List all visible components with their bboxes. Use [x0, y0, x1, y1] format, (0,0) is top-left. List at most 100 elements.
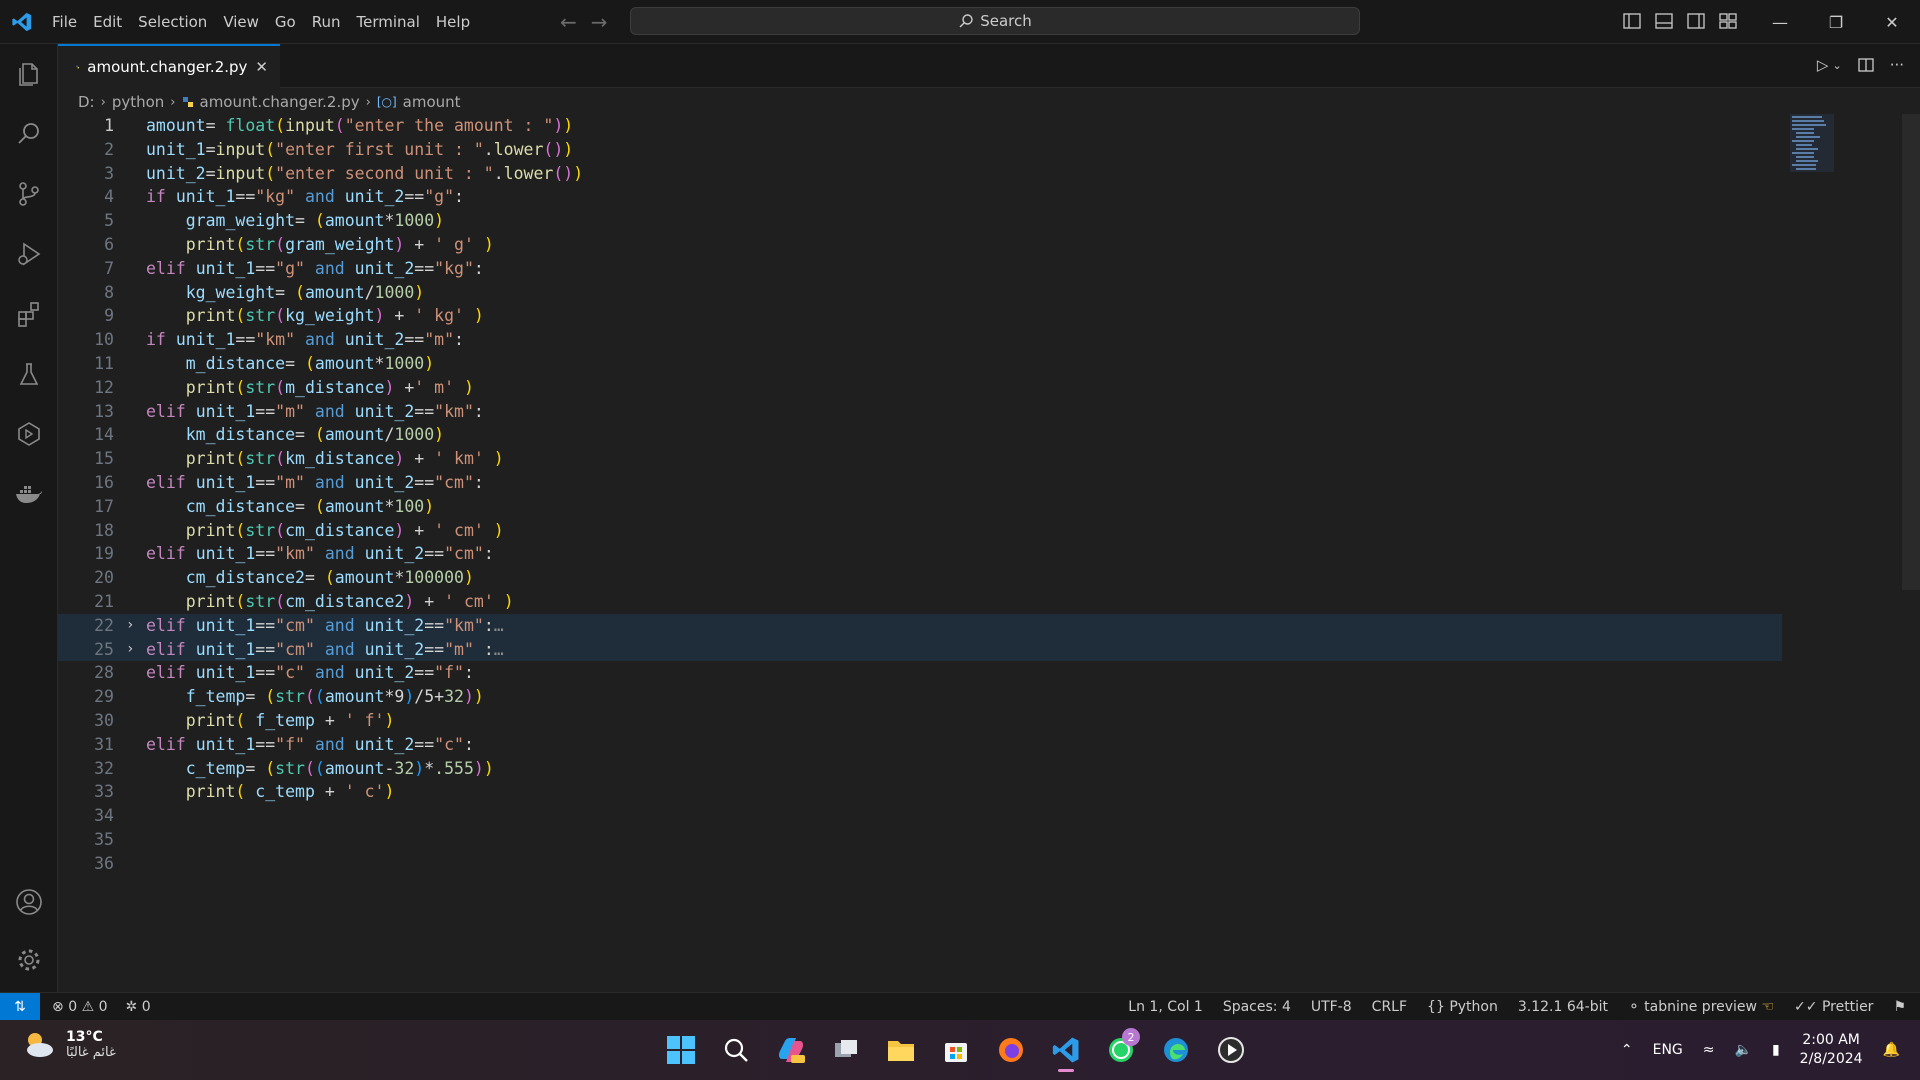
menu-go[interactable]: Go — [267, 0, 304, 44]
restore-icon[interactable]: ❐ — [1808, 0, 1864, 44]
code-line[interactable]: 1 amount= float(input("enter the amount :… — [58, 114, 1782, 138]
extensions-icon[interactable] — [13, 298, 45, 330]
breadcrumb-file[interactable]: amount.changer.2.py — [200, 93, 360, 111]
minimap[interactable] — [1790, 114, 1834, 172]
wifi-icon[interactable]: ≈ — [1703, 1042, 1715, 1058]
show-hidden-icons-chevron-icon[interactable]: ⌃ — [1621, 1042, 1633, 1058]
folded-code-line[interactable]: 22 › elif unit_1=="cm" and unit_2=="km":… — [58, 613, 1782, 638]
search-sidebar-icon[interactable] — [13, 118, 45, 150]
code-line[interactable]: 3 unit_2=input("enter second unit : ".low… — [58, 162, 1782, 186]
code-line[interactable]: 31 elif unit_1=="f" and unit_2=="c": — [58, 733, 1782, 757]
media-player-icon[interactable] — [1210, 1028, 1252, 1072]
forward-arrow-icon[interactable]: → — [591, 10, 608, 34]
editor-scrollbar[interactable] — [1902, 114, 1920, 590]
microsoft-store-icon[interactable] — [935, 1028, 977, 1072]
code-line[interactable]: 21 print(str(cm_distance2) + ' cm' ) — [58, 590, 1782, 614]
code-line[interactable]: 30 print( f_temp + ' f') — [58, 709, 1782, 733]
run-dropdown-chevron-icon[interactable]: ⌄ — [1832, 59, 1841, 72]
notifications-bell-icon[interactable]: ⚑ — [1893, 999, 1906, 1015]
close-tab-icon[interactable]: ✕ — [255, 58, 268, 76]
menu-file[interactable]: File — [44, 0, 85, 44]
notification-bell-icon[interactable]: 🔔 — [1883, 1042, 1900, 1058]
remote-indicator-icon[interactable]: ⇅ — [0, 993, 40, 1020]
breadcrumb-drive[interactable]: D: — [78, 93, 95, 111]
docker-icon[interactable] — [13, 478, 45, 510]
code-line[interactable]: 16 elif unit_1=="m" and unit_2=="cm": — [58, 471, 1782, 495]
more-actions-icon[interactable]: ··· — [1890, 56, 1904, 74]
manage-gear-icon[interactable] — [13, 944, 45, 976]
tabnine-status[interactable]: ⚬ tabnine preview ☜ — [1628, 999, 1774, 1015]
python-interpreter[interactable]: 3.12.1 64-bit — [1518, 999, 1608, 1015]
volume-icon[interactable]: 🔈 — [1735, 1042, 1752, 1058]
back-arrow-icon[interactable]: ← — [560, 10, 577, 34]
menu-help[interactable]: Help — [428, 0, 478, 44]
prettier-status[interactable]: ✓✓ Prettier — [1794, 999, 1873, 1015]
code-line[interactable]: 28 elif unit_1=="c" and unit_2=="f": — [58, 661, 1782, 685]
toggle-panel-icon[interactable] — [1654, 11, 1674, 31]
menu-terminal[interactable]: Terminal — [349, 0, 428, 44]
battery-icon[interactable]: ▮ — [1772, 1042, 1780, 1058]
split-editor-icon[interactable] — [1858, 57, 1874, 73]
minimize-icon[interactable]: — — [1752, 0, 1808, 44]
code-line[interactable]: 18 print(str(cm_distance) + ' cm' ) — [58, 519, 1782, 543]
copilot-icon[interactable] — [770, 1028, 812, 1072]
file-explorer-icon[interactable] — [880, 1028, 922, 1072]
fold-chevron-icon[interactable]: › — [126, 614, 134, 638]
code-line[interactable]: 36 — [58, 852, 1782, 876]
clock[interactable]: 2:00 AM 2/8/2024 — [1800, 1031, 1863, 1069]
fold-chevron-icon[interactable]: › — [126, 638, 134, 662]
code-line[interactable]: 32 c_temp= (str((amount-32)*.555)) — [58, 757, 1782, 781]
code-line[interactable]: 15 print(str(km_distance) + ' km' ) — [58, 447, 1782, 471]
code-line[interactable]: 33 print( c_temp + ' c') — [58, 780, 1782, 804]
windows-start-icon[interactable] — [660, 1028, 702, 1072]
tab-amount-changer[interactable]: amount.changer.2.py ✕ — [58, 44, 280, 88]
problems-status[interactable]: ⊗ 0 ⚠ 0 — [52, 999, 108, 1015]
source-control-icon[interactable] — [13, 178, 45, 210]
code-line[interactable]: 8 kg_weight= (amount/1000) — [58, 281, 1782, 305]
code-line[interactable]: 35 — [58, 828, 1782, 852]
cursor-position[interactable]: Ln 1, Col 1 — [1128, 999, 1203, 1015]
code-line[interactable]: 20 cm_distance2= (amount*100000) — [58, 566, 1782, 590]
code-line[interactable]: 19 elif unit_1=="km" and unit_2=="cm": — [58, 542, 1782, 566]
breadcrumb-folder[interactable]: python — [112, 93, 164, 111]
menu-run[interactable]: Run — [304, 0, 349, 44]
breadcrumb-symbol[interactable]: amount — [403, 93, 461, 111]
remote-explorer-icon[interactable] — [13, 418, 45, 450]
explorer-icon[interactable] — [13, 58, 45, 90]
code-line[interactable]: 2 unit_1=input("enter first unit : ".lowe… — [58, 138, 1782, 162]
ports-status[interactable]: ✲ 0 — [126, 999, 151, 1015]
code-line[interactable]: 13 elif unit_1=="m" and unit_2=="km": — [58, 400, 1782, 424]
whatsapp-icon[interactable]: 2 — [1100, 1028, 1142, 1072]
code-line[interactable]: 10 if unit_1=="km" and unit_2=="m": — [58, 328, 1782, 352]
testing-flask-icon[interactable] — [13, 358, 45, 390]
command-center-search[interactable]: Search — [630, 7, 1360, 35]
vscode-taskbar-icon[interactable] — [1045, 1028, 1087, 1072]
code-line[interactable]: 11 m_distance= (amount*1000) — [58, 352, 1782, 376]
menu-selection[interactable]: Selection — [130, 0, 215, 44]
code-line[interactable]: 29 f_temp= (str((amount*9)/5+32)) — [58, 685, 1782, 709]
menu-edit[interactable]: Edit — [85, 0, 130, 44]
code-line[interactable]: 6 print(str(gram_weight) + ' g' ) — [58, 233, 1782, 257]
toggle-secondary-sidebar-icon[interactable] — [1686, 11, 1706, 31]
indentation[interactable]: Spaces: 4 — [1223, 999, 1291, 1015]
customize-layout-icon[interactable] — [1718, 11, 1738, 31]
weather-widget[interactable]: 13°C غائم غالبًا — [20, 1028, 116, 1060]
firefox-icon[interactable] — [990, 1028, 1032, 1072]
run-python-file-icon[interactable]: ▷ — [1817, 56, 1829, 74]
end-of-line[interactable]: CRLF — [1372, 999, 1407, 1015]
code-editor[interactable]: 1 amount= float(input("enter the amount :… — [58, 114, 1920, 992]
close-window-icon[interactable]: ✕ — [1864, 0, 1920, 44]
code-line[interactable]: 17 cm_distance= (amount*100) — [58, 495, 1782, 519]
code-line[interactable]: 4 if unit_1=="kg" and unit_2=="g": — [58, 185, 1782, 209]
code-line[interactable]: 9 print(str(kg_weight) + ' kg' ) — [58, 304, 1782, 328]
code-line[interactable]: 12 print(str(m_distance) +' m' ) — [58, 376, 1782, 400]
input-language[interactable]: ENG — [1653, 1042, 1683, 1058]
code-line[interactable]: 34 — [58, 804, 1782, 828]
folded-code-line[interactable]: 25 › elif unit_1=="cm" and unit_2=="m" :… — [58, 637, 1782, 662]
encoding[interactable]: UTF-8 — [1311, 999, 1352, 1015]
taskbar-search-icon[interactable] — [715, 1028, 757, 1072]
task-view-icon[interactable] — [825, 1028, 867, 1072]
code-line[interactable]: 7 elif unit_1=="g" and unit_2=="kg": — [58, 257, 1782, 281]
run-debug-icon[interactable] — [13, 238, 45, 270]
accounts-icon[interactable] — [13, 886, 45, 918]
